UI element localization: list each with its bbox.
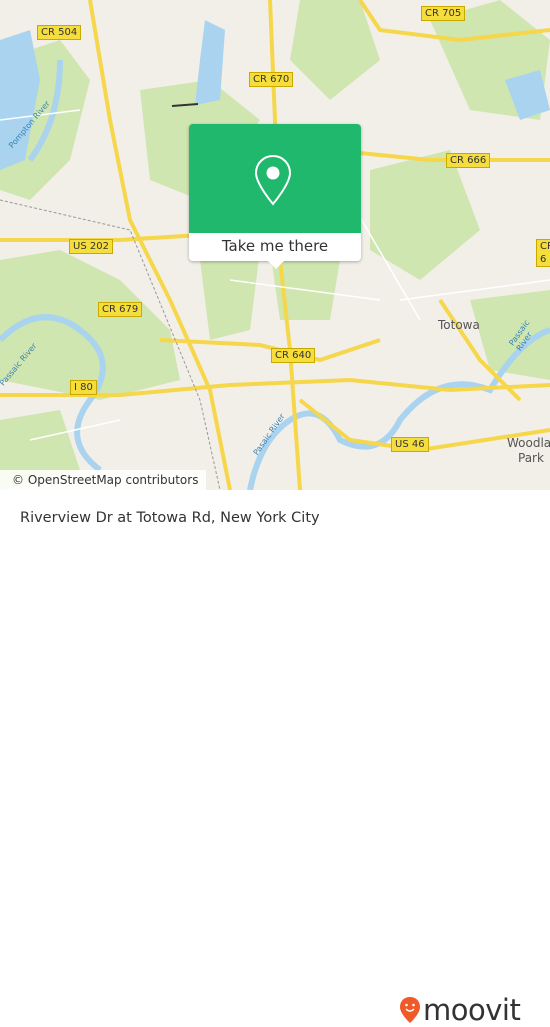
- take-me-there-button[interactable]: Take me there: [189, 233, 361, 261]
- place-label-woodland: Woodland: [507, 436, 550, 450]
- location-popup: Take me there: [189, 124, 361, 261]
- road-shield-cr679: CR 679: [98, 302, 143, 317]
- map[interactable]: CR 504 CR 705 CR 670 CR 666 US 202 CR 6 …: [0, 0, 550, 490]
- road-shield-cr670: CR 670: [249, 72, 294, 87]
- road-shield-i80: I 80: [70, 380, 97, 395]
- road-shield-cr504: CR 504: [37, 25, 82, 40]
- place-label-totowa: Totowa: [438, 318, 480, 332]
- footer: Riverview Dr at Totowa Rd, New York City…: [0, 490, 550, 1027]
- moovit-pin-icon: [400, 997, 420, 1023]
- road-shield-cr705: CR 705: [421, 6, 466, 21]
- road-shield-cr666: CR 666: [446, 153, 491, 168]
- road-shield-cr6: CR 6: [536, 239, 550, 267]
- road-shield-us202: US 202: [69, 239, 113, 254]
- attribution[interactable]: © OpenStreetMap contributors: [0, 470, 207, 490]
- road-shield-cr640: CR 640: [271, 348, 316, 363]
- road-shield-us46: US 46: [391, 437, 429, 452]
- moovit-logo[interactable]: moovit: [399, 993, 521, 1027]
- moovit-wordmark: moovit: [423, 993, 521, 1027]
- popup-arrow: [267, 260, 285, 269]
- location-title: Riverview Dr at Totowa Rd, New York City: [20, 510, 320, 526]
- map-pin-icon: [254, 154, 292, 206]
- popup-header: [189, 124, 361, 233]
- place-label-park: Park: [518, 451, 544, 465]
